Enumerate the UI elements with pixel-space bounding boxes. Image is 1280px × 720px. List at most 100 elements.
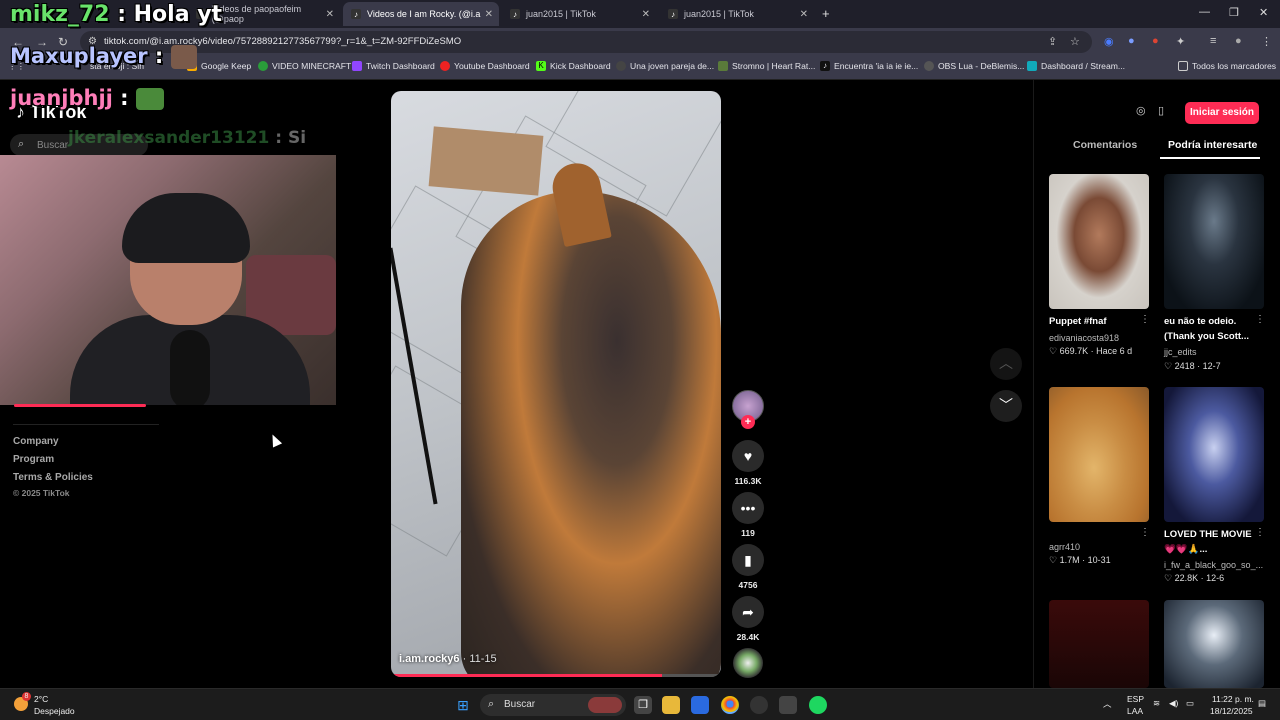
task-view-icon[interactable]: ❐ — [634, 696, 652, 714]
file-explorer-icon[interactable] — [662, 696, 680, 714]
video-thumbnail[interactable] — [1049, 387, 1149, 522]
clock-date[interactable]: 18/12/2025 — [1210, 706, 1253, 716]
video-thumbnail[interactable] — [1164, 600, 1264, 688]
footer-terms-link[interactable]: Terms & Policies — [13, 472, 93, 483]
tab-juan2015-2[interactable]: ♪ juan2015 | TikTok ✕ — [660, 2, 814, 26]
video-thumbnail[interactable] — [1164, 174, 1264, 309]
tab-juan2015-1[interactable]: ♪ juan2015 | TikTok ✕ — [502, 2, 656, 26]
extension-icon[interactable]: ● — [1152, 35, 1159, 47]
media-icon[interactable]: ≡ — [1210, 35, 1216, 47]
video-player[interactable]: i.am.rocky6 · 11-15 — [391, 91, 721, 677]
bookmark-item[interactable]: K Kick Dashboard — [536, 61, 611, 71]
chevron-up-icon: ︿ — [999, 355, 1013, 371]
video-thumbnail[interactable] — [1049, 600, 1149, 688]
chat-text: : — [154, 44, 164, 68]
footer-program-link[interactable]: Program — [13, 454, 54, 465]
stream-progress — [14, 404, 146, 407]
next-video-button[interactable]: ﹀ — [990, 390, 1022, 422]
follow-plus-icon[interactable]: + — [741, 415, 755, 429]
taskbar-search[interactable]: ⌕ Buscar — [480, 694, 626, 716]
compass-icon[interactable]: ◎ — [1136, 104, 1146, 117]
lang-1[interactable]: ESP — [1127, 694, 1144, 704]
share-button[interactable]: ➦ — [732, 596, 764, 628]
windows-start-icon[interactable]: ⊞ — [454, 696, 472, 714]
chat-user: jkeralexsander13121 — [68, 128, 270, 148]
tab-rocky[interactable]: ♪ Videos de I am Rocky. (@i.a ✕ — [343, 2, 499, 26]
comment-button[interactable]: ••• — [732, 492, 764, 524]
login-button[interactable]: Iniciar sesión — [1185, 102, 1259, 124]
notification-icon[interactable]: ▤ — [1258, 698, 1266, 709]
new-tab-icon[interactable]: + — [822, 6, 830, 21]
close-icon[interactable]: ✕ — [800, 9, 808, 20]
card-title[interactable]: Puppet #fnaf — [1049, 314, 1107, 329]
extensions-puzzle-icon[interactable]: ✦ — [1176, 35, 1185, 48]
tab-label: juan2015 | TikTok — [684, 9, 754, 19]
copyright: © 2025 TikTok — [13, 488, 70, 498]
temperature: 2°C — [34, 694, 49, 704]
bookmark-item[interactable]: OBS Lua - DeBlemis... — [924, 61, 1024, 71]
video-caption: i.am.rocky6 · 11-15 — [399, 653, 497, 665]
card-user[interactable]: edivaniacosta918 — [1049, 333, 1119, 343]
video-thumbnail[interactable] — [1049, 174, 1149, 309]
video-progress-track[interactable] — [391, 674, 721, 677]
obs-icon[interactable] — [779, 696, 797, 714]
omnibox[interactable]: ⚙ tiktok.com/@i.am.rocky6/video/75728892… — [80, 31, 1092, 53]
bookmark-item[interactable]: Twitch Dashboard — [352, 61, 435, 71]
more-icon[interactable]: ⋮ — [1255, 314, 1265, 325]
bookmark-item[interactable]: Una joven pareja de... — [616, 61, 714, 71]
close-window-icon[interactable]: ✕ — [1259, 6, 1268, 19]
streamer-headphones — [122, 193, 250, 263]
bookmark-item[interactable]: Stromno | Heart Rat... — [718, 61, 815, 71]
extension-icon[interactable]: ● — [1128, 35, 1135, 47]
card-stats: ♡ 669.7K · Hace 6 d — [1049, 346, 1133, 356]
card-user[interactable]: jjc_edits — [1164, 347, 1197, 357]
all-bookmarks[interactable]: Todos los marcadores — [1178, 61, 1276, 71]
phone-icon[interactable]: ▯ — [1158, 104, 1164, 117]
video-thumbnail[interactable] — [1164, 387, 1264, 522]
card-title[interactable]: LOVED THE MOVIE 💗💗🙏... — [1164, 527, 1254, 557]
bookmark-item[interactable]: Dashboard / Stream... — [1027, 61, 1125, 71]
more-icon[interactable]: ⋮ — [1140, 527, 1150, 538]
minimize-icon[interactable]: — — [1199, 6, 1210, 18]
close-icon[interactable]: ✕ — [326, 9, 334, 20]
extension-icon[interactable]: ◉ — [1104, 35, 1114, 48]
spotify-icon[interactable] — [809, 696, 827, 714]
volume-icon[interactable]: ◀) — [1169, 698, 1178, 709]
store-icon[interactable] — [691, 696, 709, 714]
like-button[interactable]: ♥ — [732, 440, 764, 472]
more-icon[interactable]: ⋮ — [1140, 314, 1150, 325]
tray-chevron-icon[interactable]: ︿ — [1103, 698, 1112, 710]
chat-text: : Si — [275, 128, 307, 148]
bookmark-item[interactable]: Youtube Dashboard — [440, 61, 530, 71]
card-user[interactable]: i_fw_a_black_goo_so_... — [1164, 560, 1263, 570]
bookmark-star-icon[interactable]: ☆ — [1070, 35, 1080, 48]
card-user[interactable]: agrr410 — [1049, 542, 1080, 552]
close-icon[interactable]: ✕ — [642, 9, 650, 20]
music-disc-icon[interactable] — [733, 648, 763, 678]
previous-video-button[interactable]: ︿ — [990, 348, 1022, 380]
tiktok-icon: ♪ — [510, 9, 520, 19]
menu-icon[interactable]: ⋮ — [1261, 35, 1272, 48]
save-button[interactable]: ▮ — [732, 544, 764, 576]
bookmark-item[interactable]: VIDEO MINECRAFT — [258, 61, 351, 71]
app-icon[interactable] — [750, 696, 768, 714]
restore-icon[interactable]: ❐ — [1229, 6, 1239, 19]
battery-icon[interactable]: ▭ — [1186, 698, 1194, 709]
tiktok-icon: ♪ — [820, 61, 830, 71]
lang-2[interactable]: LAA — [1127, 706, 1143, 716]
clock-time[interactable]: 11:22 p. m. — [1212, 694, 1254, 704]
chrome-icon[interactable] — [721, 696, 739, 714]
install-icon[interactable]: ⇪ — [1048, 35, 1057, 48]
tab-comments[interactable]: Comentarios — [1073, 139, 1137, 151]
video-author[interactable]: i.am.rocky6 — [399, 653, 460, 665]
footer-company-link[interactable]: Company — [13, 436, 59, 447]
tab-suggested[interactable]: Podría interesarte — [1168, 139, 1257, 151]
wifi-icon[interactable]: ≋ — [1153, 698, 1160, 709]
profile-avatar[interactable]: ● — [1235, 35, 1242, 47]
more-icon[interactable]: ⋮ — [1255, 527, 1265, 538]
bookmark-item[interactable]: ♪ Encuentra 'ia ia ie ie... — [820, 61, 918, 71]
close-icon[interactable]: ✕ — [485, 9, 493, 20]
video-progress-fill — [391, 674, 662, 677]
globe-icon — [258, 61, 268, 71]
card-title[interactable]: eu não te odeio. (Thank you Scott... — [1164, 314, 1254, 344]
